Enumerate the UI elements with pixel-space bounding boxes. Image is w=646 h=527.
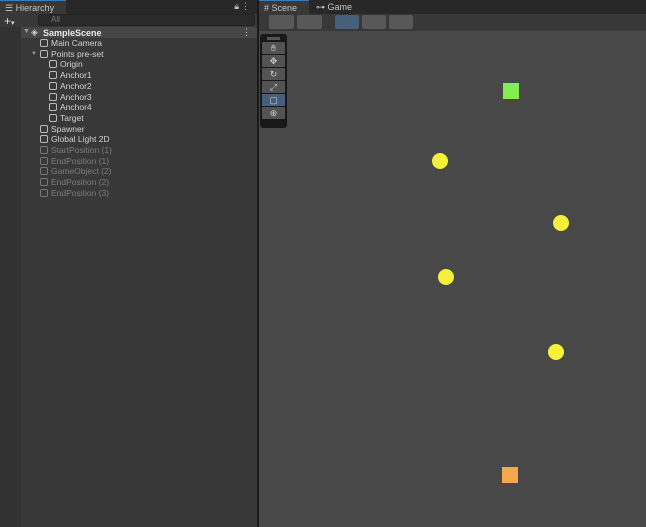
gameobject-cube-icon <box>49 103 57 112</box>
gameobject-cube-icon <box>40 156 48 165</box>
scene-menu-icon[interactable]: ⋮ <box>242 27 251 38</box>
more-icon[interactable]: ⋮ <box>241 1 250 12</box>
gameobject-cube-icon <box>40 146 48 154</box>
hierarchy-panel: ☰ Hierarchy 🔒︎ ⋮ +▾ All ▼ ◈ SampleScene … <box>0 0 257 527</box>
snap-dropdown[interactable] <box>362 15 386 29</box>
item-label: Main Camera <box>51 38 103 48</box>
item-label: GameObject (2) <box>51 166 112 177</box>
scene-tabbar: # Scene ⊶ Game <box>259 0 646 14</box>
item-label: StartPosition (1) <box>51 145 112 155</box>
hierarchy-item[interactable]: ▼ Points pre-set <box>31 48 104 60</box>
hierarchy-item[interactable]: Main Camera <box>40 38 102 49</box>
hierarchy-item[interactable]: StartPosition (1) <box>40 145 112 156</box>
gameobject-cube-icon <box>49 113 57 122</box>
hand-tool[interactable]: ✋︎ <box>262 42 285 54</box>
rotate-tool[interactable]: ↻ <box>262 68 285 80</box>
gameobject-cube-icon <box>40 178 48 187</box>
hierarchy-tabbar: ☰ Hierarchy 🔒︎ ⋮ <box>0 0 257 14</box>
hierarchy-item[interactable]: Origin <box>49 59 83 70</box>
item-label: Anchor1 <box>60 70 92 81</box>
scale-tool[interactable]: ⤢ <box>262 81 285 93</box>
gamepad-icon: ⊶ <box>316 2 328 12</box>
gameobject-cube-icon <box>40 167 48 176</box>
gameobject-cube-icon <box>40 39 48 47</box>
green-square-origin[interactable] <box>503 83 519 99</box>
item-label: Anchor4 <box>60 102 92 113</box>
search-input[interactable]: All <box>38 14 255 26</box>
move-tool[interactable]: ✥ <box>262 55 285 67</box>
hierarchy-item[interactable]: GameObject (2) <box>40 166 111 177</box>
hierarchy-item[interactable]: EndPosition (2) <box>40 177 109 188</box>
increment-dropdown[interactable] <box>389 15 413 29</box>
hierarchy-item[interactable]: EndPosition (1) <box>40 156 109 167</box>
list-icon: ☰ <box>5 3 16 13</box>
hierarchy-item[interactable]: Anchor2 <box>49 81 92 92</box>
item-label: EndPosition (2) <box>51 177 110 188</box>
item-label: Anchor2 <box>60 80 92 91</box>
yellow-anchor-1[interactable] <box>432 153 448 169</box>
tab-hierarchy[interactable]: ☰ Hierarchy <box>0 0 66 14</box>
yellow-anchor-2[interactable] <box>553 215 569 231</box>
transform-tool[interactable]: ⊕ <box>262 107 285 119</box>
item-label: Points pre-set <box>51 48 104 59</box>
gameobject-cube-icon <box>49 60 57 69</box>
tab-scene[interactable]: # Scene <box>259 0 309 14</box>
gutter <box>0 27 21 527</box>
yellow-anchor-3[interactable] <box>438 269 454 285</box>
tab-game[interactable]: ⊶ Game <box>311 0 357 14</box>
add-button[interactable]: +▾ <box>4 14 15 28</box>
scene-gizmo-dropdown[interactable] <box>297 15 322 29</box>
draw-mode-dropdown[interactable] <box>269 15 294 29</box>
hierarchy-item[interactable]: Anchor3 <box>49 92 92 103</box>
item-label: Global Light 2D <box>51 134 110 145</box>
hierarchy-item[interactable]: Anchor1 <box>49 70 92 81</box>
gameobject-cube-icon <box>49 81 57 90</box>
scene-row[interactable]: ▼ ◈ SampleScene ⋮ <box>21 27 257 38</box>
grid-icon: # <box>264 3 272 13</box>
scene-view[interactable]: # Scene ⊶ Game ✋︎ ✥ ↻ ⤢ ▢ ⊕ <box>259 0 646 527</box>
item-label: Origin <box>60 59 83 70</box>
expand-arrow-icon[interactable]: ▼ <box>31 49 37 60</box>
gameobject-cube-icon <box>49 92 57 101</box>
orange-square-target[interactable] <box>502 467 518 483</box>
yellow-anchor-4[interactable] <box>548 344 564 360</box>
unity-scene-icon: ◈ <box>31 27 38 37</box>
item-label: Spawner <box>51 123 85 134</box>
item-label: EndPosition (1) <box>51 155 110 166</box>
hierarchy-item[interactable]: Target <box>49 113 84 124</box>
drag-handle[interactable] <box>267 37 280 40</box>
hierarchy-item[interactable]: Spawner <box>40 124 85 135</box>
gameobject-cube-icon <box>49 71 57 80</box>
tool-palette: ✋︎ ✥ ↻ ⤢ ▢ ⊕ <box>260 34 287 128</box>
gameobject-cube-icon <box>40 188 48 197</box>
grid-snap-toggle[interactable] <box>335 15 359 29</box>
item-label: Anchor3 <box>60 91 92 102</box>
expand-arrow-icon[interactable]: ▼ <box>23 28 30 35</box>
rect-tool[interactable]: ▢ <box>262 94 285 106</box>
item-label: EndPosition (3) <box>51 187 110 198</box>
hierarchy-item[interactable]: Anchor4 <box>49 102 92 113</box>
hierarchy-item[interactable]: EndPosition (3) <box>40 188 109 199</box>
gameobject-cube-icon <box>40 124 48 133</box>
gameobject-cube-icon <box>40 49 48 58</box>
lock-icon[interactable]: 🔒︎ <box>234 1 239 12</box>
item-label: Target <box>60 112 84 123</box>
gameobject-cube-icon <box>40 135 48 144</box>
hierarchy-item[interactable]: Global Light 2D <box>40 134 110 145</box>
